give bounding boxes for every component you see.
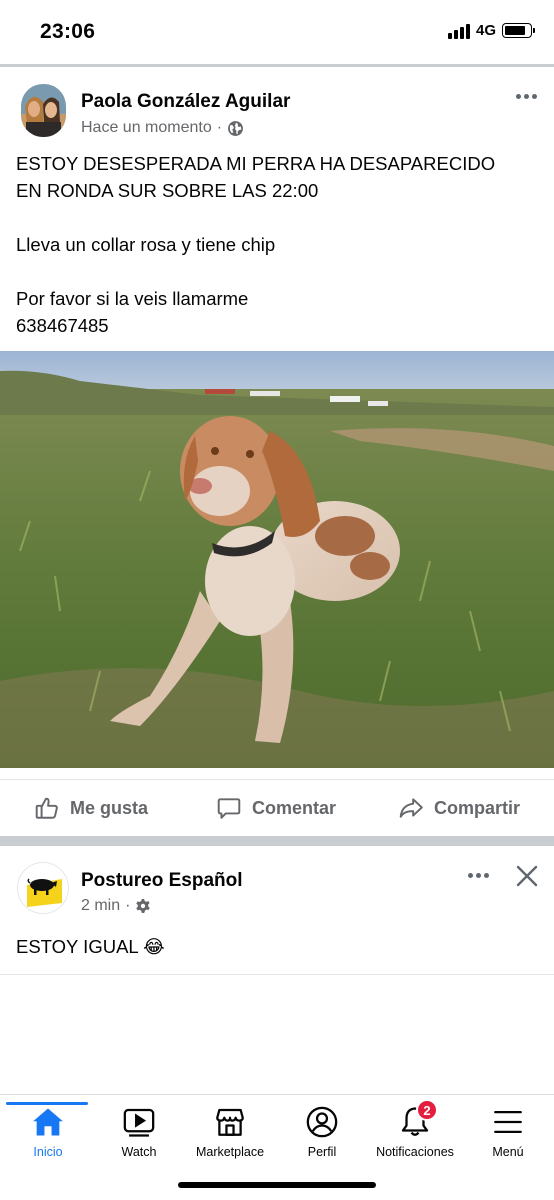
home-indicator[interactable]	[178, 1182, 376, 1188]
tab-marketplace[interactable]: Marketplace	[182, 1103, 278, 1159]
post-line: ESTOY DESESPERADA MI PERRA HA DESAPARECI…	[16, 153, 496, 174]
bell-icon: 2	[366, 1099, 464, 1141]
status-indicators: 4G	[447, 22, 535, 39]
gear-icon	[136, 899, 151, 913]
menu-icon	[460, 1103, 554, 1141]
active-tab-indicator	[6, 1102, 88, 1105]
tab-watch[interactable]: Watch	[91, 1103, 187, 1159]
share-icon	[399, 798, 423, 818]
network-type: 4G	[475, 22, 496, 39]
actions-divider	[0, 779, 554, 780]
home-icon	[0, 1103, 96, 1141]
like-button[interactable]: Me gusta	[34, 795, 148, 821]
post-bottom-divider	[0, 974, 554, 975]
page-avatar[interactable]	[17, 862, 69, 914]
share-label: Compartir	[434, 797, 521, 818]
comment-button[interactable]: Comentar	[216, 795, 336, 821]
tab-menu[interactable]: Menú	[460, 1103, 554, 1159]
comment-icon	[217, 798, 241, 819]
post-options-button[interactable]	[468, 873, 489, 878]
signal-icon	[447, 23, 470, 39]
post-timestamp: 2 min	[81, 897, 121, 914]
video-icon	[91, 1103, 187, 1141]
tab-notificaciones[interactable]: 2 Notificaciones	[366, 1099, 464, 1159]
tab-label: Marketplace	[195, 1145, 265, 1159]
post-options-button[interactable]	[516, 94, 537, 99]
shop-icon	[182, 1103, 278, 1141]
tab-label: Notificaciones	[376, 1145, 454, 1159]
tab-label: Perfil	[307, 1145, 337, 1159]
tab-inicio[interactable]: Inicio	[0, 1102, 96, 1159]
comment-label: Comentar	[252, 797, 337, 818]
post-author[interactable]: Paola González Aguilar	[81, 91, 290, 113]
page-name[interactable]: Postureo Español	[81, 870, 243, 892]
post-meta: Hace un momento ·	[81, 119, 244, 137]
post-text: ESTOY IGUAL 😂	[16, 933, 538, 960]
tab-label: Inicio	[33, 1145, 63, 1159]
thumbs-up-icon	[35, 797, 58, 819]
profile-icon	[274, 1103, 370, 1141]
post-line: ESTOY IGUAL 😂	[16, 936, 165, 957]
post-line: Lleva un collar rosa y tiene chip	[16, 234, 276, 255]
post-actions: Me gusta Comentar Compartir	[0, 782, 554, 834]
close-button[interactable]	[515, 864, 539, 893]
post-line: Por favor si la veis llamarme	[16, 288, 249, 309]
notification-badge: 2	[416, 1099, 438, 1121]
post-timestamp: Hace un momento	[81, 119, 212, 136]
post-text: ESTOY DESESPERADA MI PERRA HA DESAPARECI…	[16, 150, 538, 339]
tab-perfil[interactable]: Perfil	[274, 1103, 370, 1159]
post-separator	[0, 836, 554, 846]
post-photo[interactable]	[0, 351, 554, 768]
share-button[interactable]: Compartir	[398, 795, 520, 821]
like-label: Me gusta	[70, 797, 149, 818]
status-time: 23:06	[40, 20, 96, 43]
post-line	[16, 258, 538, 285]
status-bar: 23:06 4G	[0, 0, 554, 64]
top-divider	[0, 64, 554, 67]
tab-label: Menú	[492, 1145, 524, 1159]
battery-icon	[502, 23, 535, 38]
post-line: EN RONDA SUR SOBRE LAS 22:00	[16, 180, 319, 201]
post-meta: 2 min ·	[81, 897, 151, 915]
close-icon	[516, 865, 538, 887]
avatar[interactable]	[21, 84, 66, 137]
globe-icon	[228, 120, 243, 136]
post-line	[16, 204, 538, 231]
tab-label: Watch	[121, 1145, 157, 1159]
post-line: 638467485	[16, 315, 109, 336]
